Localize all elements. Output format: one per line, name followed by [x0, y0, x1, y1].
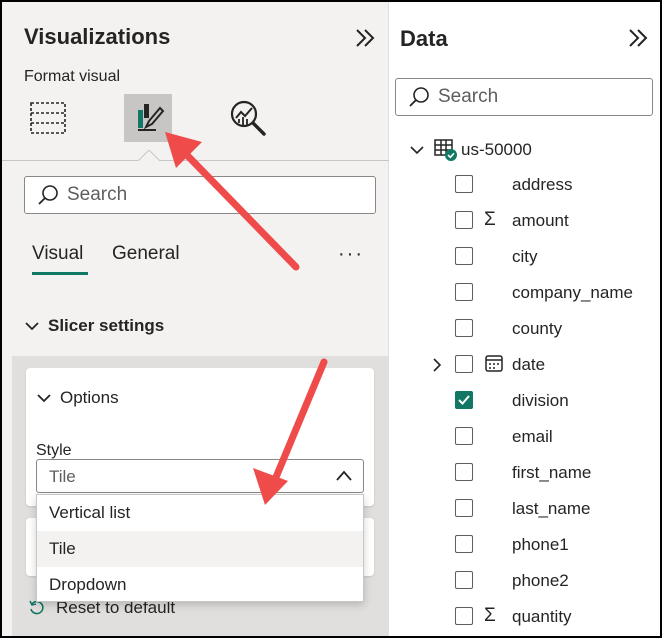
style-select-value: Tile: [49, 467, 76, 486]
field-row[interactable]: phone2: [389, 563, 660, 599]
field-row[interactable]: address: [389, 167, 660, 203]
analytics-button[interactable]: [224, 94, 272, 142]
dropdown-option-tile[interactable]: Tile: [37, 531, 363, 567]
field-checkbox[interactable]: [455, 607, 473, 625]
tab-visual[interactable]: Visual: [32, 243, 89, 275]
icon-tab-divider: [2, 160, 389, 161]
format-visual-label: Format visual: [24, 68, 121, 85]
field-checkbox[interactable]: [455, 283, 473, 301]
data-search-placeholder: Search: [438, 86, 499, 107]
format-search-input[interactable]: Search: [24, 176, 376, 214]
field-checkbox[interactable]: [455, 499, 473, 517]
field-name: amount: [512, 211, 569, 230]
dropdown-option-vertical-list[interactable]: Vertical list: [37, 495, 363, 531]
format-paintbrush-icon: [138, 104, 165, 131]
field-row[interactable]: Σamount: [389, 203, 660, 239]
field-name: division: [512, 391, 569, 410]
dropdown-option-dropdown[interactable]: Dropdown: [37, 567, 363, 603]
build-visual-icon: [30, 102, 66, 134]
field-name: company_name: [512, 283, 633, 302]
field-checkbox[interactable]: [455, 247, 473, 265]
slicer-settings-header[interactable]: Slicer settings: [24, 316, 164, 336]
double-chevron-right-icon: [629, 29, 648, 47]
options-label: Options: [60, 388, 119, 407]
sigma-icon: Σ: [484, 605, 496, 626]
calendar-icon: [484, 353, 504, 375]
format-subtabs: Visual General ···: [32, 243, 372, 277]
field-row[interactable]: company_name: [389, 275, 660, 311]
checkmark-icon: [458, 395, 470, 405]
field-name: city: [512, 247, 538, 266]
build-visual-button[interactable]: [24, 94, 72, 142]
field-name: first_name: [512, 463, 592, 482]
field-row[interactable]: date: [389, 347, 660, 383]
chevron-down-icon: [37, 394, 51, 403]
search-icon: [409, 87, 429, 107]
data-search-input[interactable]: Search: [395, 78, 653, 116]
field-row[interactable]: phone1: [389, 527, 660, 563]
field-row[interactable]: city: [389, 239, 660, 275]
data-title: Data: [400, 26, 448, 51]
field-name: phone1: [512, 535, 569, 554]
field-name: quantity: [512, 607, 572, 626]
sigma-icon: Σ: [484, 209, 496, 230]
double-chevron-right-icon: [356, 29, 375, 47]
search-icon: [38, 185, 58, 205]
field-name: email: [512, 427, 553, 446]
field-checkbox[interactable]: [455, 463, 473, 481]
field-checkbox[interactable]: [455, 427, 473, 445]
tab-general[interactable]: General: [112, 243, 180, 265]
field-row[interactable]: county: [389, 311, 660, 347]
table-name: us-50000: [461, 140, 532, 159]
chevron-right-icon[interactable]: [431, 357, 443, 373]
data-pane: Data Search us-50000 address Σamount city c…: [389, 2, 660, 636]
collapse-visualizations-button[interactable]: [352, 26, 378, 50]
chevron-up-icon: [336, 470, 352, 481]
field-name: county: [512, 319, 563, 338]
field-name: last_name: [512, 499, 591, 518]
visual-mode-icons: [2, 94, 389, 160]
visualizations-title: Visualizations: [24, 24, 171, 49]
field-name: date: [512, 355, 546, 374]
table-node[interactable]: us-50000: [409, 136, 532, 164]
more-options-button[interactable]: ···: [338, 243, 364, 266]
slicer-settings-label: Slicer settings: [48, 316, 165, 335]
style-label: Style: [36, 442, 72, 459]
collapse-data-button[interactable]: [625, 26, 651, 50]
options-card: Options Style Tile: [26, 368, 374, 506]
format-visual-button[interactable]: [124, 94, 172, 142]
field-row[interactable]: first_name: [389, 455, 660, 491]
field-row[interactable]: last_name: [389, 491, 660, 527]
field-name: phone2: [512, 571, 569, 590]
field-row[interactable]: email: [389, 419, 660, 455]
field-checkbox[interactable]: [455, 571, 473, 589]
format-search-placeholder: Search: [67, 184, 128, 205]
options-header[interactable]: Options: [36, 388, 119, 408]
style-dropdown-list: Vertical list Tile Dropdown: [36, 494, 364, 602]
field-row[interactable]: division: [389, 383, 660, 419]
chevron-down-icon: [25, 322, 39, 331]
field-checkbox[interactable]: [455, 355, 473, 373]
field-name: address: [512, 175, 573, 194]
analytics-magnifier-icon: [230, 100, 266, 136]
field-checkbox[interactable]: [455, 211, 473, 229]
field-row[interactable]: Σquantity: [389, 599, 660, 635]
style-select[interactable]: Tile: [36, 459, 364, 493]
window-frame: Visualizations Format visual Search Visu…: [0, 0, 662, 638]
field-checkbox[interactable]: [455, 319, 473, 337]
field-checkbox[interactable]: [455, 535, 473, 553]
selected-tab-notch: [138, 150, 160, 161]
field-checkbox[interactable]: [455, 175, 473, 193]
table-icon: [434, 139, 457, 161]
field-checkbox[interactable]: [455, 391, 473, 409]
chevron-down-icon: [410, 146, 424, 155]
